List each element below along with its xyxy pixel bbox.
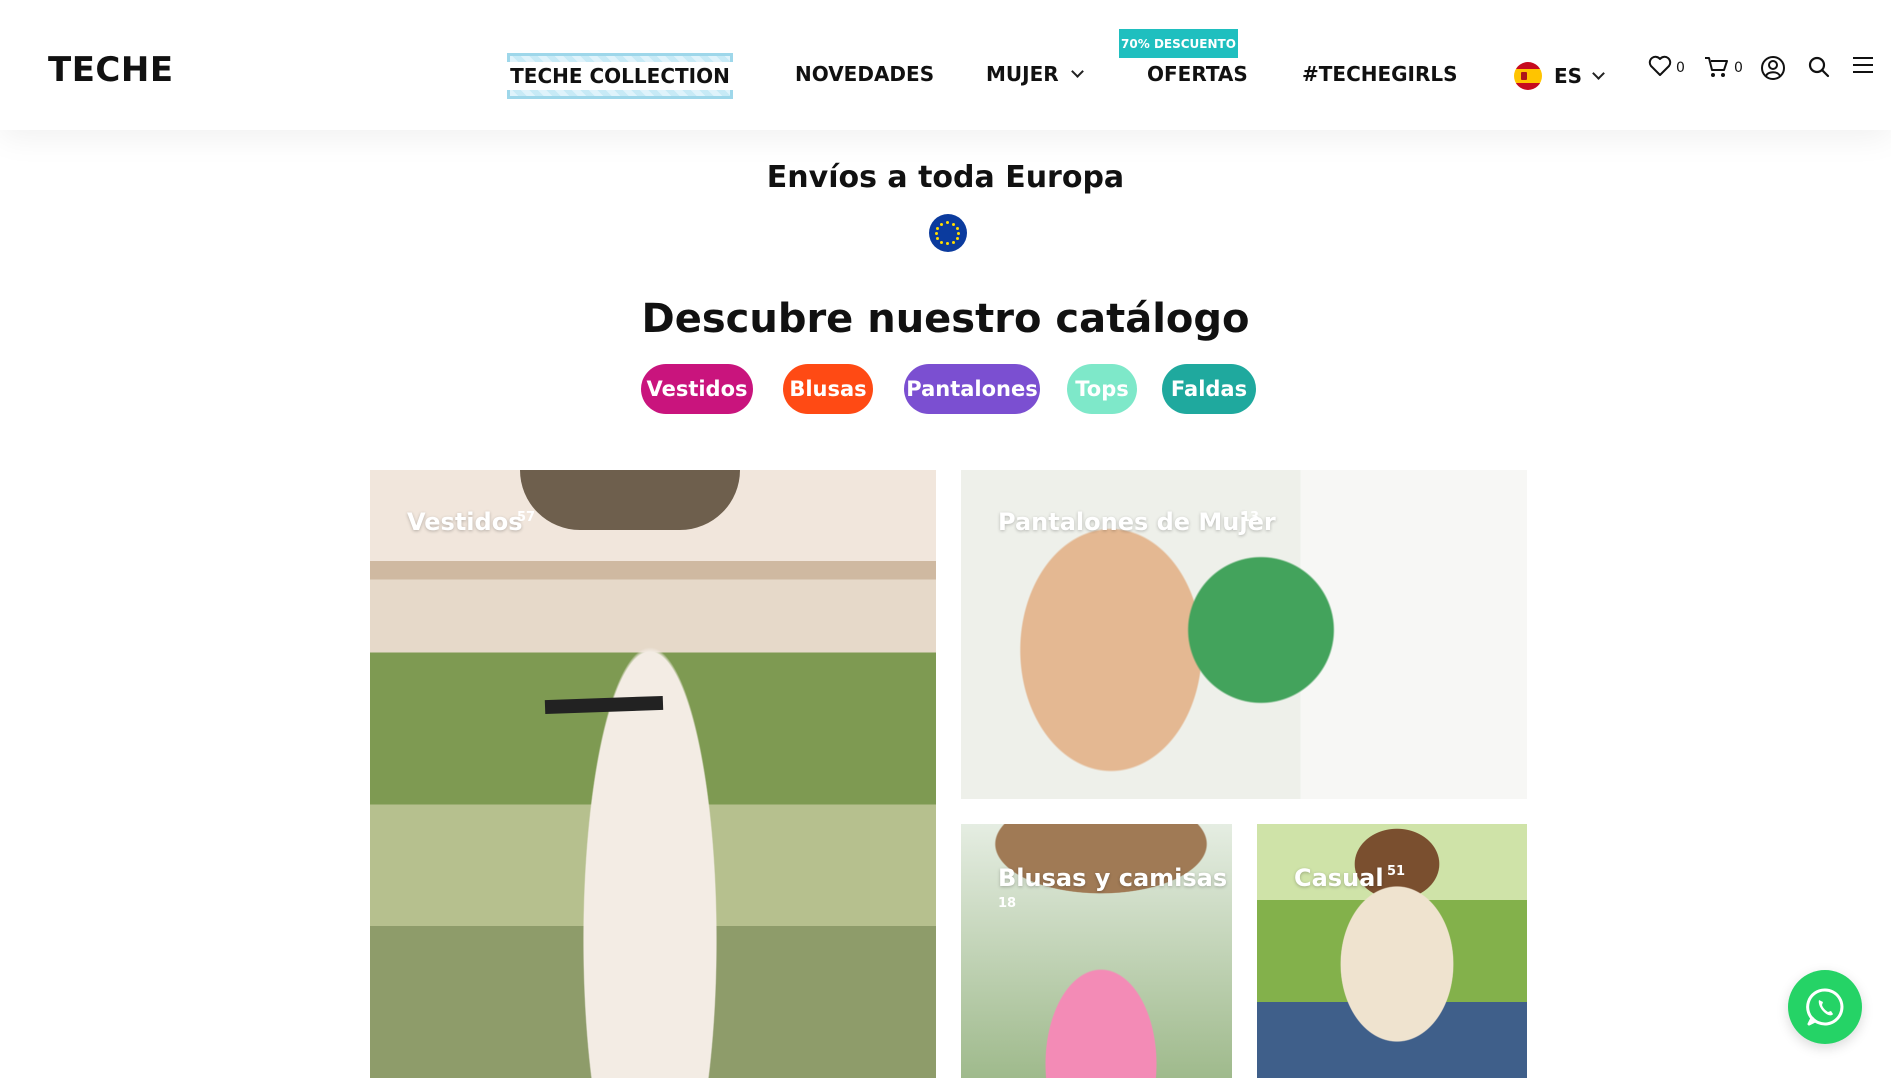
category-tile-vestidos[interactable]: Vestidos 57 (370, 470, 936, 1078)
spain-flag-icon (1514, 62, 1542, 90)
search-icon (1808, 56, 1830, 78)
tile-count-vestidos: 57 (517, 510, 536, 525)
shipping-banner-text: Envíos a toda Europa (766, 160, 1125, 195)
pill-faldas[interactable]: Faldas (1162, 364, 1256, 414)
category-tile-pantalones[interactable]: Pantalones de Mujer 13 (961, 470, 1527, 799)
chevron-down-icon (1070, 64, 1084, 78)
nav-teche-collection-label: TECHE COLLECTION (504, 62, 736, 90)
whatsapp-icon (1806, 988, 1844, 1026)
pill-tops[interactable]: Tops (1067, 364, 1137, 414)
site-logo[interactable]: TECHE (48, 50, 174, 90)
tile-label-casual: Casual (1294, 864, 1384, 892)
nav-mujer[interactable]: MUJER (986, 62, 1084, 86)
product-image-belt (544, 695, 664, 715)
language-code: ES (1554, 64, 1583, 88)
eu-flag-icon (929, 214, 967, 252)
nav-teche-collection[interactable]: TECHE COLLECTION (504, 53, 736, 99)
cart-button[interactable]: 0 (1704, 55, 1743, 79)
wishlist-count: 0 (1676, 60, 1685, 76)
search-button[interactable] (1807, 55, 1831, 79)
chevron-down-icon (1592, 66, 1605, 80)
hamburger-menu-icon (1853, 57, 1873, 73)
pill-blusas[interactable]: Blusas (783, 364, 873, 414)
account-button[interactable] (1760, 55, 1786, 81)
tile-label-blusas: Blusas y camisas (998, 864, 1228, 892)
nav-techegirls[interactable]: #TECHEGIRLS (1302, 62, 1458, 86)
tile-count-blusas: 18 (998, 896, 1017, 911)
tile-count-casual: 51 (1387, 864, 1406, 879)
whatsapp-chat-button[interactable] (1788, 970, 1862, 1044)
nav-novedades[interactable]: NOVEDADES (795, 62, 934, 86)
catalog-title: Descubre nuestro catálogo (641, 296, 1250, 342)
language-selector[interactable]: ES (1514, 62, 1605, 90)
heart-icon (1648, 55, 1672, 76)
category-tile-blusas[interactable]: Blusas y camisas 18 (961, 824, 1232, 1078)
user-icon (1761, 56, 1785, 80)
menu-button[interactable] (1852, 55, 1874, 75)
wishlist-button[interactable]: 0 (1648, 55, 1685, 77)
nav-ofertas[interactable]: OFERTAS (1147, 62, 1248, 86)
nav-mujer-label: MUJER (986, 62, 1059, 86)
cart-count: 0 (1734, 60, 1743, 76)
discount-badge: 70% DESCUENTO (1119, 29, 1238, 58)
category-tile-casual[interactable]: Casual 51 (1257, 824, 1527, 1078)
tile-count-pantalones: 13 (1241, 510, 1260, 525)
pill-vestidos[interactable]: Vestidos (641, 364, 753, 414)
product-image-hat (520, 470, 740, 530)
cart-icon (1705, 57, 1728, 77)
site-header: TECHE TECHE COLLECTION NOVEDADES MUJER 7… (0, 0, 1891, 130)
tile-label-pantalones: Pantalones de Mujer (998, 508, 1276, 536)
tile-label-vestidos: Vestidos (407, 508, 523, 536)
pill-pantalones[interactable]: Pantalones (904, 364, 1040, 414)
